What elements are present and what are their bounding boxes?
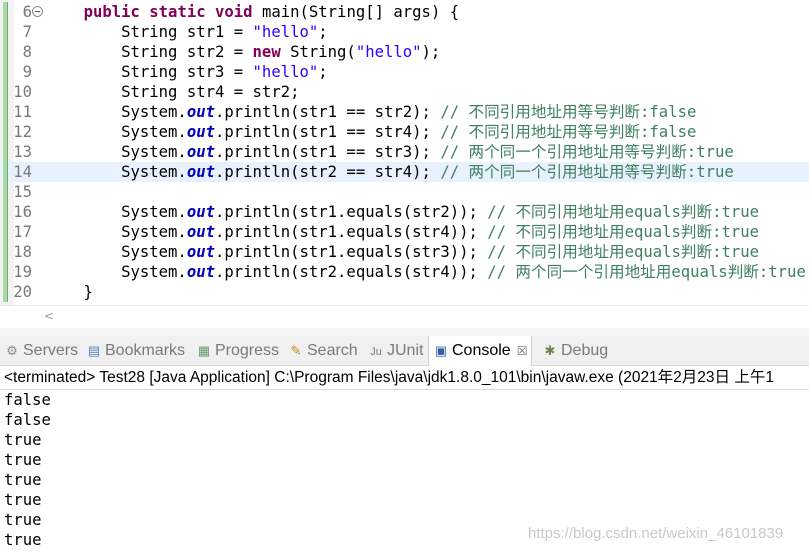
console-output-line: false xyxy=(4,411,51,429)
code-text: System.out.println(str2 == str4); // 两个同… xyxy=(46,163,734,181)
tab-search[interactable]: ✎ Search xyxy=(288,336,358,366)
code-line[interactable]: 9 String str3 = "hello"; xyxy=(0,62,809,82)
line-number: 11 xyxy=(13,103,32,121)
console-output-line: true xyxy=(4,491,42,509)
line-number: 15 xyxy=(13,183,32,201)
line-number: 14 xyxy=(13,163,32,181)
console-divider xyxy=(0,389,809,390)
view-tab-bar: ⚙ Servers ▤ Bookmarks ▦ Progress ✎ Search Ju… xyxy=(0,336,809,366)
tab-progress[interactable]: ▦ Progress xyxy=(196,336,279,366)
debug-icon: ✱ xyxy=(544,343,556,358)
line-number: 16 xyxy=(13,203,32,221)
bookmarks-icon: ▤ xyxy=(87,343,101,358)
code-line[interactable]: 17 System.out.println(str1.equals(str4))… xyxy=(0,222,809,242)
code-text: } xyxy=(46,283,93,301)
servers-icon: ⚙ xyxy=(6,343,18,358)
code-line[interactable]: 16 System.out.println(str1.equals(str2))… xyxy=(0,202,809,222)
line-number: 6 xyxy=(22,3,32,21)
tab-debug[interactable]: ✱ Debug xyxy=(542,336,609,366)
code-line[interactable]: 15 xyxy=(0,182,809,202)
code-editor[interactable]: 6 public static void main(String[] args)… xyxy=(0,0,809,305)
code-text: System.out.println(str1.equals(str2)); /… xyxy=(46,203,760,221)
line-number: 18 xyxy=(13,243,32,261)
code-text: String str4 = str2; xyxy=(46,83,300,101)
progress-icon: ▦ xyxy=(197,343,211,358)
code-text: System.out.println(str1.equals(str4)); /… xyxy=(46,223,760,241)
code-line[interactable]: 8 String str2 = new String("hello"); xyxy=(0,42,809,62)
line-number: 13 xyxy=(13,143,32,161)
tab-servers[interactable]: ⚙ Servers xyxy=(4,336,78,366)
tab-label: Debug xyxy=(561,342,609,359)
console-output-line: true xyxy=(4,531,42,549)
line-number: 9 xyxy=(22,63,32,81)
scroll-left-icon[interactable]: < xyxy=(44,309,54,323)
line-number: 8 xyxy=(22,43,32,61)
line-number: 19 xyxy=(13,263,32,281)
console-output-line: true xyxy=(4,431,42,449)
code-line[interactable]: 10 String str4 = str2; xyxy=(0,82,809,102)
tab-label: Console xyxy=(452,342,511,359)
line-number: 12 xyxy=(13,123,32,141)
code-text: System.out.println(str2.equals(str4)); /… xyxy=(46,263,806,281)
tab-console[interactable]: ▣ Console ☒ xyxy=(428,336,533,366)
code-line[interactable]: 14 System.out.println(str2 == str4); // … xyxy=(0,162,809,182)
code-line[interactable]: 12 System.out.println(str1 == str4); // … xyxy=(0,122,809,142)
console-icon: ▣ xyxy=(434,343,448,358)
tab-bookmarks[interactable]: ▤ Bookmarks xyxy=(86,336,185,366)
console-output-line: true xyxy=(4,451,42,469)
tab-label: Search xyxy=(307,342,358,359)
line-number: 10 xyxy=(13,83,32,101)
line-number: 17 xyxy=(13,223,32,241)
fold-collapse-icon[interactable] xyxy=(32,6,43,17)
search-icon: ✎ xyxy=(290,343,302,358)
code-text: System.out.println(str1 == str4); // 不同引… xyxy=(46,123,697,141)
console-output-line: false xyxy=(4,391,51,409)
code-line[interactable]: 19 System.out.println(str2.equals(str4))… xyxy=(0,262,809,282)
code-text: String str2 = new String("hello"); xyxy=(46,43,441,61)
close-icon[interactable]: ☒ xyxy=(517,344,528,358)
junit-icon: Ju xyxy=(370,346,382,358)
code-line[interactable]: 6 public static void main(String[] args)… xyxy=(0,2,809,22)
tab-junit[interactable]: Ju JUnit xyxy=(368,336,423,366)
line-number: 7 xyxy=(22,23,32,41)
code-line[interactable]: 11 System.out.println(str1 == str2); // … xyxy=(0,102,809,122)
tab-label: Progress xyxy=(215,342,280,359)
line-number: 20 xyxy=(13,283,32,301)
console-status-line: <terminated> Test28 [Java Application] C… xyxy=(4,369,774,386)
tab-label: Bookmarks xyxy=(105,342,186,359)
code-line[interactable]: 7 String str1 = "hello"; xyxy=(0,22,809,42)
tab-label: JUnit xyxy=(387,342,424,359)
tab-label: Servers xyxy=(23,342,79,359)
code-line[interactable]: 18 System.out.println(str1.equals(str3))… xyxy=(0,242,809,262)
code-line[interactable]: 20 } xyxy=(0,282,809,302)
code-text: System.out.println(str1 == str3); // 两个同… xyxy=(46,143,734,161)
panel-divider xyxy=(0,328,809,336)
code-text: public static void main(String[] args) { xyxy=(83,3,460,21)
code-line[interactable]: 13 System.out.println(str1 == str3); // … xyxy=(0,142,809,162)
horizontal-scrollbar[interactable]: < xyxy=(0,305,809,328)
code-text: String str1 = "hello"; xyxy=(46,23,328,41)
console-output-line: true xyxy=(4,471,42,489)
code-text: String str3 = "hello"; xyxy=(46,63,328,81)
watermark: https://blog.csdn.net/weixin_46101839 xyxy=(528,525,784,542)
console-output-line: true xyxy=(4,511,42,529)
code-text: System.out.println(str1.equals(str3)); /… xyxy=(46,243,760,261)
code-text: System.out.println(str1 == str2); // 不同引… xyxy=(46,103,697,121)
